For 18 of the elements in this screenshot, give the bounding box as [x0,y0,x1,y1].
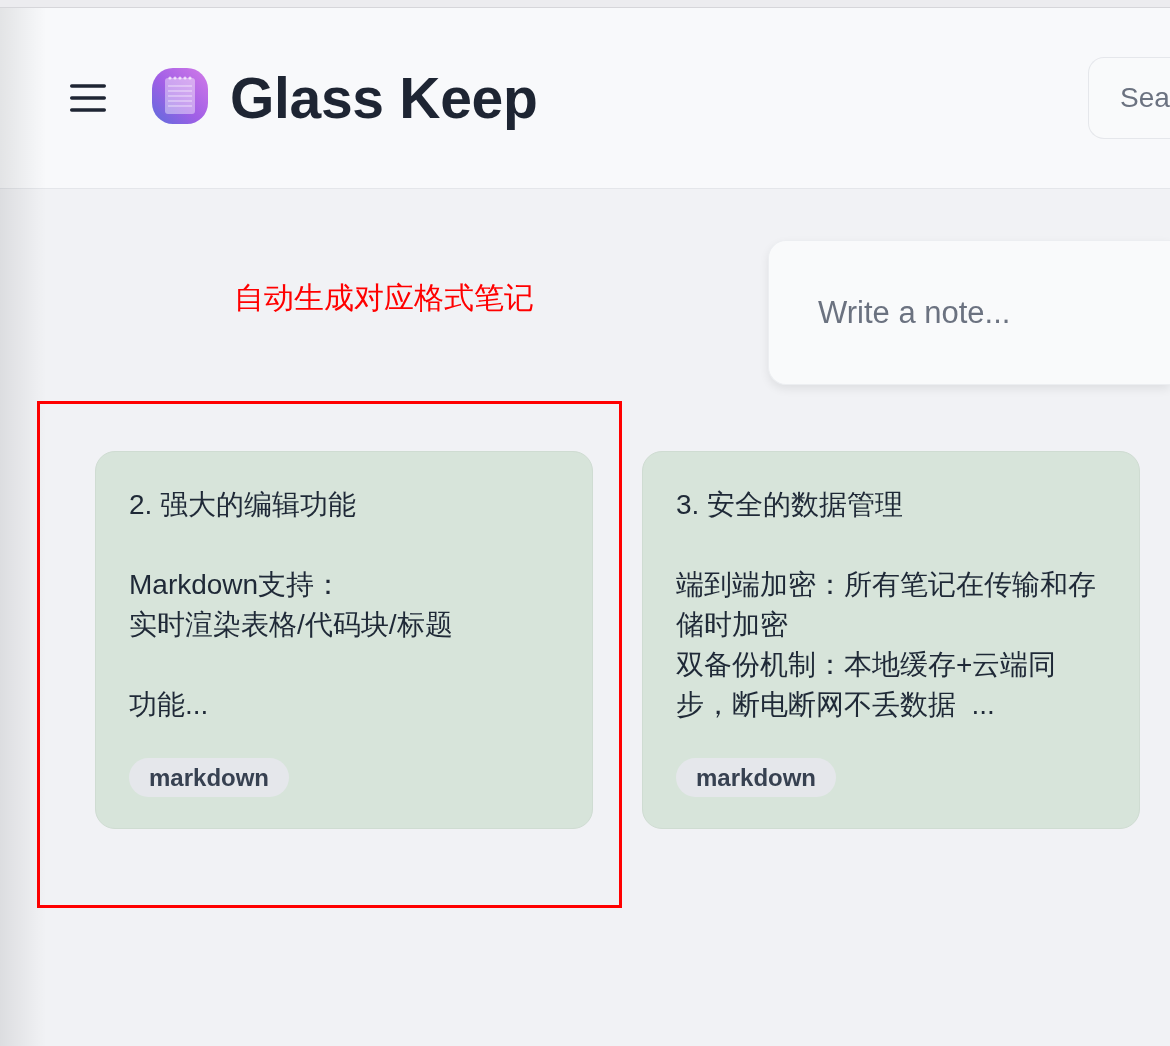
tag-chip[interactable]: markdown [676,758,837,797]
annotation-caption: 自动生成对应格式笔记 [234,280,534,316]
menu-button[interactable] [70,84,106,112]
app-title: Glass Keep [230,66,538,130]
note-card[interactable]: 3. 安全的数据管理 端到端加密：所有笔记在传输和存储时加密 双备份机制：本地缓存+云端同步，断电断网不丢数据 ... markdown [642,451,1140,829]
note-text: 实时渲染表格/代码块/标题 [129,608,453,642]
note-text: 端到端加密：所有笔记在传输和存储时加密 [676,568,1097,642]
note-text: Markdown支持： [129,568,343,602]
note-title: 2. 强大的编辑功能 [129,488,357,522]
search-field[interactable]: Sea [1088,57,1170,139]
note-text: 功能... [129,688,209,722]
menu-icon [70,84,106,112]
tag-chip[interactable]: markdown [129,758,290,797]
notepad-logo-icon [152,68,208,124]
note-title: 3. 安全的数据管理 [676,488,904,522]
note-input[interactable]: Write a note... [768,240,1170,385]
note-text: 双备份机制：本地缓存+云端同步，断电断网不丢数据 ... [676,648,1058,722]
note-card[interactable]: 2. 强大的编辑功能 Markdown支持： 实时渲染表格/代码块/标题 功能... markdown [95,451,593,829]
